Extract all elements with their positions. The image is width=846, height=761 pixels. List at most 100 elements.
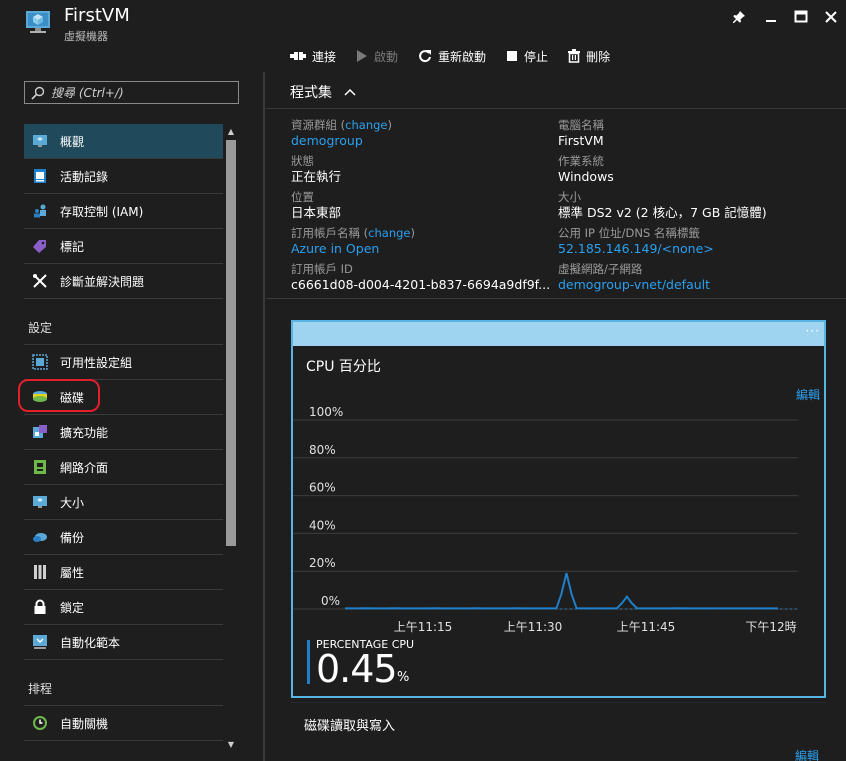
sidebar-scrollbar[interactable]: ▲ ▼ bbox=[223, 124, 239, 754]
subscription-change-link[interactable]: change bbox=[368, 226, 410, 240]
network-interface-icon bbox=[32, 459, 48, 475]
essentials-toggle[interactable]: 程式集 bbox=[290, 82, 356, 102]
sidebar-item-label: 自動關機 bbox=[60, 716, 109, 731]
size-icon bbox=[32, 494, 48, 510]
sidebar-item-label: 活動記錄 bbox=[60, 169, 109, 184]
y-tick-label: 20% bbox=[309, 556, 336, 570]
x-tick-label: 上午11:15 bbox=[394, 620, 453, 634]
scroll-up-icon[interactable]: ▲ bbox=[226, 127, 236, 137]
sidebar-item-label: 標記 bbox=[60, 239, 85, 254]
resource-group-field: 資源群組 (change) demogroup bbox=[291, 118, 392, 148]
disk-edit-link[interactable]: 編輯 bbox=[795, 747, 819, 761]
automation-script-icon bbox=[32, 634, 48, 650]
sidebar-item-label: 存取控制 (IAM) bbox=[60, 204, 144, 219]
computer-name-label: 電腦名稱 bbox=[558, 118, 604, 132]
backup-icon bbox=[32, 529, 48, 545]
divider bbox=[266, 298, 846, 299]
sidebar-item-label: 可用性設定組 bbox=[60, 355, 133, 370]
sidebar-item-extensions[interactable]: 擴充功能 bbox=[24, 415, 223, 450]
resource-group-change-link[interactable]: change bbox=[345, 118, 387, 132]
nav-list: 概觀 活動記錄 存取控制 (IAM) 標記 診斷並解決問題 設定 可用性設定組 … bbox=[24, 124, 223, 741]
sidebar-item-auto-shutdown[interactable]: 自動關機 bbox=[24, 706, 223, 741]
sidebar-item-tags[interactable]: 標記 bbox=[24, 229, 223, 264]
page-subtitle: 虛擬機器 bbox=[64, 30, 108, 43]
start-label: 啟動 bbox=[374, 49, 399, 64]
search-input[interactable] bbox=[51, 85, 231, 100]
activity-log-icon bbox=[32, 168, 48, 184]
connect-icon bbox=[290, 52, 306, 60]
overview-icon bbox=[32, 133, 48, 149]
subscription-name-value[interactable]: Azure in Open bbox=[291, 241, 415, 256]
restart-button[interactable]: 重新啟動 bbox=[418, 46, 486, 66]
trash-icon bbox=[568, 49, 581, 63]
sidebar-item-label: 概觀 bbox=[60, 134, 85, 149]
disk-tile-title: 磁碟讀取與寫入 bbox=[304, 719, 396, 734]
stop-button[interactable]: 停止 bbox=[506, 46, 548, 66]
y-tick-label: 0% bbox=[321, 594, 340, 608]
computer-name-value: FirstVM bbox=[558, 133, 604, 148]
disk-chart-tile[interactable]: 磁碟讀取與寫入 編輯 bbox=[291, 702, 826, 761]
pane-divider bbox=[263, 72, 265, 761]
y-tick-label: 80% bbox=[309, 443, 336, 457]
metric-value: 0.45 bbox=[316, 647, 398, 691]
subscription-name-field: 訂用帳戶名稱 (change) Azure in Open bbox=[291, 226, 415, 256]
blade-header: FirstVM 虛擬機器 連接 啟動 重新啟動 停止 刪除 bbox=[0, 0, 846, 72]
vnet-label: 虛擬網路/子網路 bbox=[558, 262, 643, 276]
maximize-icon[interactable] bbox=[792, 8, 810, 26]
sidebar-item-size[interactable]: 大小 bbox=[24, 485, 223, 520]
metric-color-bar bbox=[307, 640, 310, 684]
status-label: 狀態 bbox=[291, 154, 314, 168]
public-ip-label: 公用 IP 位址/DNS 名稱標籤 bbox=[558, 226, 700, 240]
sidebar-item-overview[interactable]: 概觀 bbox=[24, 124, 223, 159]
cpu-edit-link[interactable]: 編輯 bbox=[796, 386, 820, 403]
size-label: 大小 bbox=[558, 190, 581, 204]
divider bbox=[266, 108, 846, 109]
status-field: 狀態 正在執行 bbox=[291, 154, 341, 184]
tag-icon bbox=[32, 238, 48, 254]
subscription-id-label: 訂用帳戶 ID bbox=[291, 262, 353, 276]
delete-button[interactable]: 刪除 bbox=[568, 46, 610, 66]
close-icon[interactable] bbox=[822, 8, 840, 26]
search-icon bbox=[31, 86, 45, 100]
play-icon bbox=[357, 50, 368, 62]
public-ip-value[interactable]: 52.185.146.149/<none> bbox=[558, 241, 714, 256]
sidebar-item-label: 擴充功能 bbox=[60, 425, 109, 440]
sidebar-item-backup[interactable]: 備份 bbox=[24, 520, 223, 555]
x-tick-label: 上午11:45 bbox=[617, 620, 676, 634]
resource-group-label: 資源群組 bbox=[291, 118, 337, 132]
sidebar-item-label: 屬性 bbox=[60, 565, 85, 580]
resource-group-value[interactable]: demogroup bbox=[291, 133, 392, 148]
start-button[interactable]: 啟動 bbox=[356, 46, 398, 66]
search-box[interactable] bbox=[24, 81, 239, 104]
sidebar-item-label: 鎖定 bbox=[60, 600, 85, 615]
sidebar-item-activity-log[interactable]: 活動記錄 bbox=[24, 159, 223, 194]
subscription-name-label: 訂用帳戶名稱 bbox=[291, 226, 360, 240]
stop-label: 停止 bbox=[524, 49, 549, 64]
connect-button[interactable]: 連接 bbox=[290, 46, 336, 66]
annotation-highlight bbox=[18, 379, 100, 412]
sidebar-item-iam[interactable]: 存取控制 (IAM) bbox=[24, 194, 223, 229]
sidebar-item-availability-set[interactable]: 可用性設定組 bbox=[24, 345, 223, 380]
auto-shutdown-icon bbox=[32, 715, 48, 731]
virtual-machine-icon bbox=[26, 11, 50, 33]
minimize-icon[interactable] bbox=[762, 8, 780, 26]
public-ip-field: 公用 IP 位址/DNS 名稱標籤 52.185.146.149/<none> bbox=[558, 226, 714, 256]
x-tick-label: 上午11:30 bbox=[504, 620, 563, 634]
extensions-icon bbox=[32, 424, 48, 440]
y-tick-label: 40% bbox=[309, 518, 336, 532]
sidebar-item-properties[interactable]: 屬性 bbox=[24, 555, 223, 590]
vnet-value[interactable]: demogroup-vnet/default bbox=[558, 277, 710, 292]
tools-icon bbox=[32, 273, 48, 289]
sidebar-item-locks[interactable]: 鎖定 bbox=[24, 590, 223, 625]
availability-set-icon bbox=[32, 354, 48, 370]
scroll-thumb[interactable] bbox=[226, 140, 236, 546]
cpu-chart-tile[interactable]: ··· CPU 百分比 100% 80% 60% 40% 20% 0% 上午11:15 上午1… bbox=[291, 320, 826, 698]
sidebar-item-automation[interactable]: 自動化範本 bbox=[24, 625, 223, 660]
location-value: 日本東部 bbox=[291, 205, 342, 220]
sidebar-item-diagnose[interactable]: 診斷並解決問題 bbox=[24, 264, 223, 299]
sidebar-item-network[interactable]: 網路介面 bbox=[24, 450, 223, 485]
resource-menu: 概觀 活動記錄 存取控制 (IAM) 標記 診斷並解決問題 設定 可用性設定組 … bbox=[0, 72, 250, 761]
size-field: 大小 標準 DS2 v2 (2 核心，7 GB 記憶體) bbox=[558, 190, 767, 220]
pin-icon[interactable] bbox=[730, 8, 748, 26]
scroll-down-icon[interactable]: ▼ bbox=[226, 740, 236, 750]
